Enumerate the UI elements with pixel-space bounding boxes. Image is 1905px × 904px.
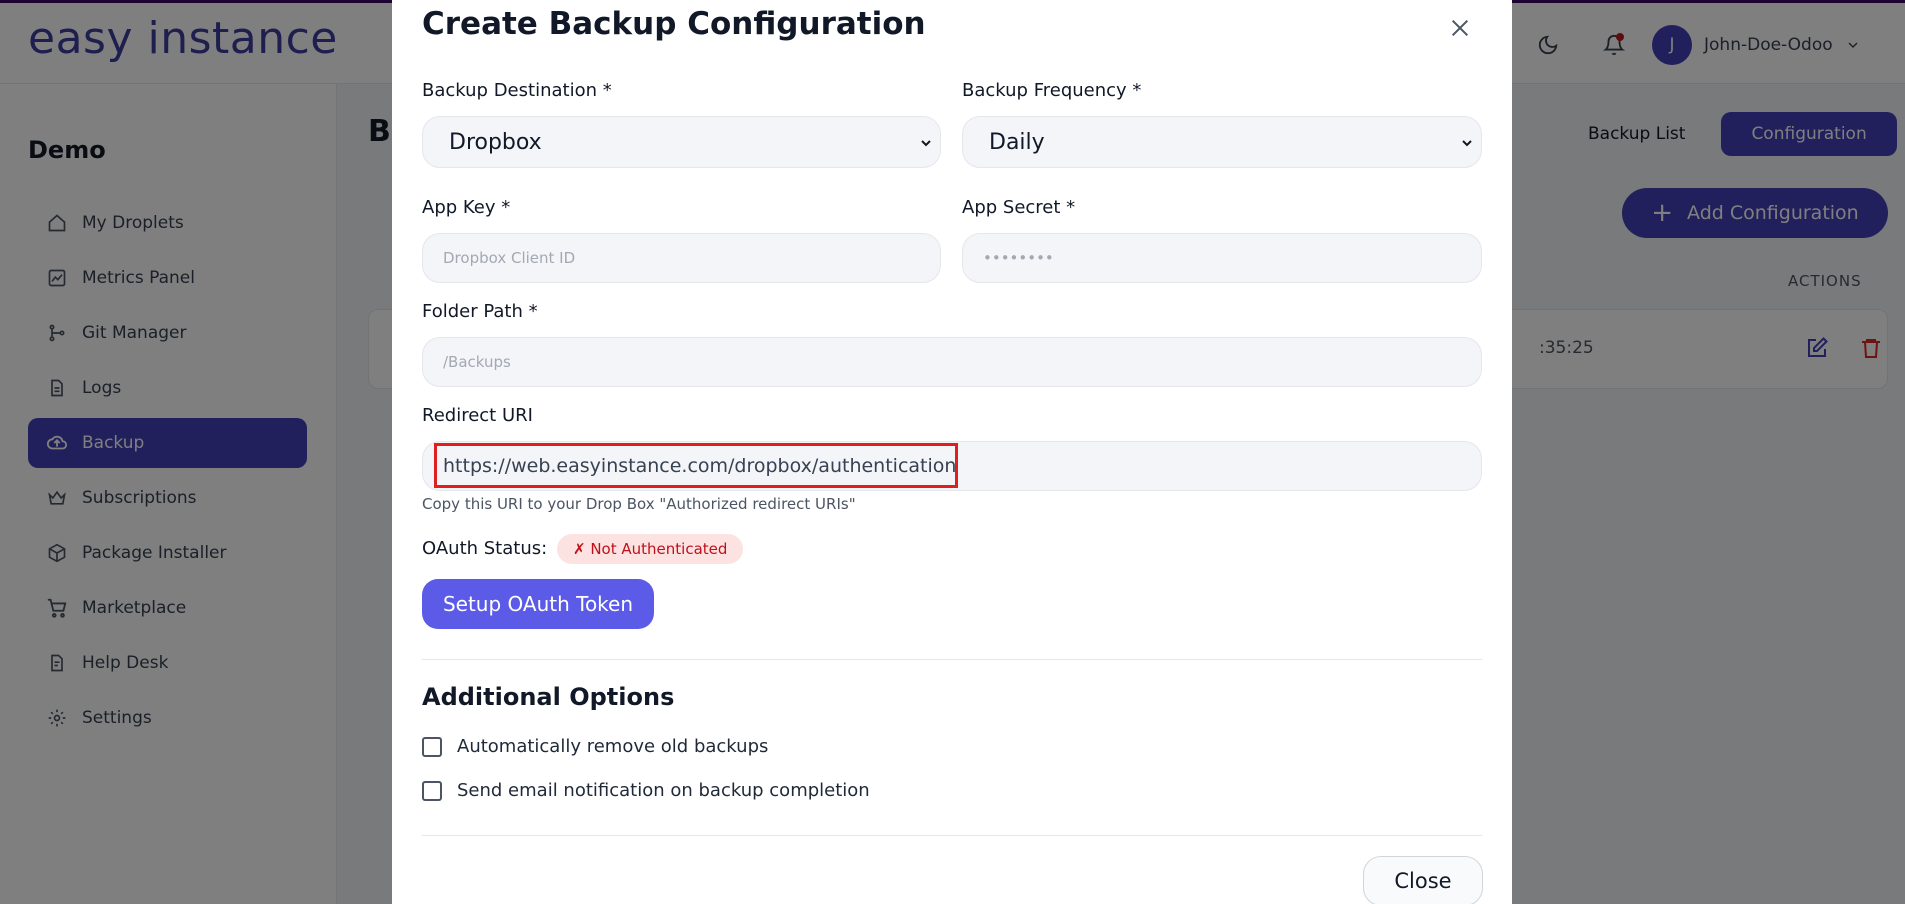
backup-frequency-value: Daily — [989, 129, 1045, 155]
redirect-uri-label: Redirect URI — [422, 405, 533, 426]
email-notification-option[interactable]: Send email notification on backup comple… — [422, 780, 870, 801]
backup-frequency-select[interactable]: Daily — [962, 116, 1482, 168]
email-notification-checkbox[interactable] — [422, 780, 442, 801]
backup-destination-select[interactable]: Dropbox — [422, 116, 941, 168]
close-icon — [1451, 19, 1469, 37]
section-divider — [422, 659, 1482, 660]
oauth-status-label: OAuth Status: — [422, 538, 548, 559]
close-button[interactable]: Close — [1363, 856, 1483, 904]
backup-frequency-label: Backup Frequency * — [962, 80, 1142, 101]
email-notification-label: Send email notification on backup comple… — [457, 780, 870, 801]
modal-close-button[interactable] — [1442, 10, 1478, 46]
app-secret-label: App Secret * — [962, 197, 1076, 218]
chevron-down-icon — [921, 140, 931, 147]
redirect-uri-helper: Copy this URI to your Drop Box "Authoriz… — [422, 495, 856, 513]
setup-oauth-token-button[interactable]: Setup OAuth Token — [422, 579, 654, 629]
folder-path-label: Folder Path * — [422, 301, 538, 322]
chevron-down-icon — [1462, 140, 1472, 147]
backup-destination-value: Dropbox — [449, 129, 542, 155]
redirect-uri-highlight — [434, 443, 958, 488]
modal-title: Create Backup Configuration — [422, 6, 926, 42]
remove-old-backups-option[interactable]: Automatically remove old backups — [422, 736, 768, 757]
app-key-label: App Key * — [422, 197, 511, 218]
remove-old-backups-checkbox[interactable] — [422, 736, 442, 757]
app-secret-input[interactable]: •••••••• — [962, 233, 1482, 283]
footer-divider — [422, 835, 1482, 836]
oauth-status-badge: ✗ Not Authenticated — [557, 534, 744, 564]
backup-destination-label: Backup Destination * — [422, 80, 612, 101]
folder-path-input[interactable]: /Backups — [422, 337, 1482, 387]
app-key-input[interactable]: Dropbox Client ID — [422, 233, 941, 283]
additional-options-title: Additional Options — [422, 683, 675, 711]
create-backup-modal: Create Backup Configuration Backup Desti… — [392, 0, 1512, 904]
remove-old-backups-label: Automatically remove old backups — [457, 736, 769, 757]
